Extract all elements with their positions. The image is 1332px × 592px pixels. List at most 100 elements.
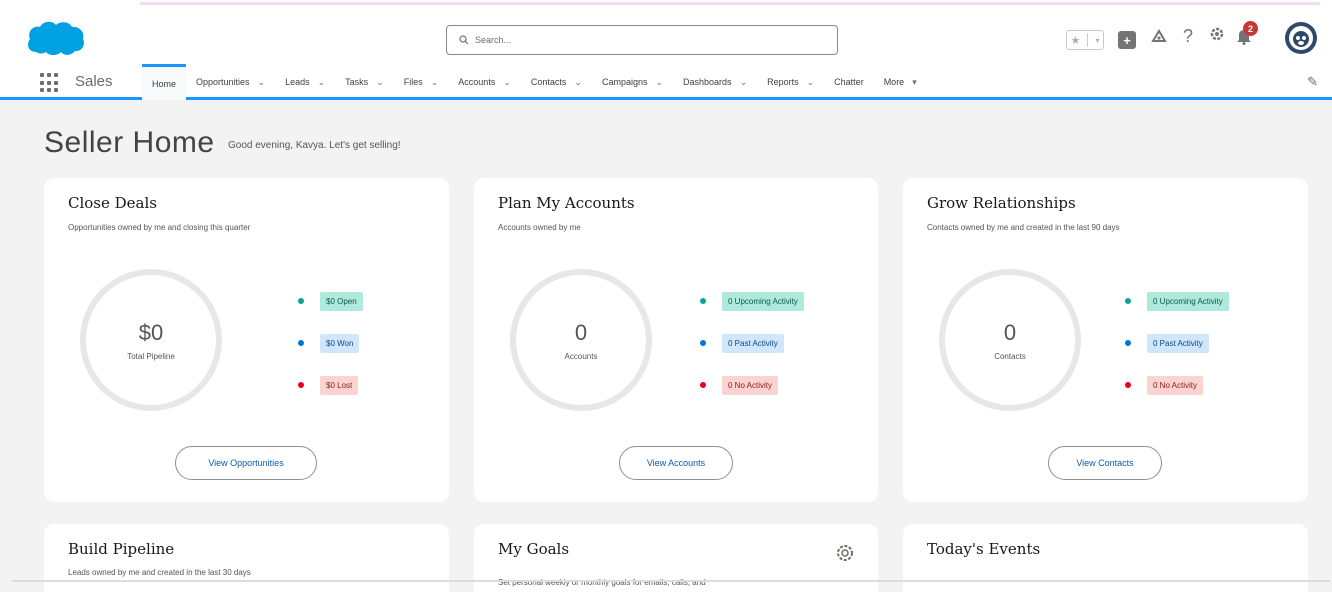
plan-my-accounts-card: Plan My Accounts Accounts owned by me 0 … [474, 178, 878, 502]
tab-reports[interactable]: Reports ⌄ [757, 64, 824, 100]
top-stripe-accent [140, 2, 1320, 5]
teal-dot-icon [298, 298, 304, 304]
blue-dot-icon [298, 340, 304, 346]
teal-dot-icon [700, 298, 706, 304]
legend-pill[interactable]: 0 Upcoming Activity [1147, 291, 1229, 311]
legend-row-lost: $0 Lost [298, 375, 363, 395]
grow-relationships-card: Grow Relationships Contacts owned by me … [903, 178, 1308, 502]
global-header: Search... ★ ▾ + ? 2 [0, 8, 1332, 64]
tab-tasks[interactable]: Tasks ⌄ [335, 64, 394, 100]
legend-pill[interactable]: 0 No Activity [1147, 375, 1204, 395]
legend-row-none: 0 No Activity [700, 375, 804, 395]
tab-label: Leads [285, 77, 310, 87]
legend-pill[interactable]: 0 No Activity [722, 375, 779, 395]
salesforce-logo[interactable] [26, 18, 86, 58]
chevron-down-icon[interactable]: ▾ [1095, 36, 1099, 45]
navigation-bar: Sales Home Opportunities ⌄ Leads ⌄ Tasks ⌄ … [0, 64, 1332, 100]
page-title: Seller Home [44, 126, 215, 159]
ring-label: Accounts [564, 351, 598, 361]
view-contacts-button[interactable]: View Contacts [1048, 446, 1162, 480]
legend-row-none: 0 No Activity [1125, 375, 1229, 395]
blue-dot-icon [1125, 340, 1131, 346]
card-subtitle: Leads owned by me and created in the las… [68, 568, 251, 577]
tab-label: More [883, 77, 905, 87]
red-dot-icon [700, 382, 706, 388]
chevron-down-icon[interactable]: ⌄ [655, 77, 663, 88]
chevron-down-icon[interactable]: ⌄ [574, 77, 582, 88]
horizontal-scrollbar[interactable] [12, 580, 1330, 582]
tab-opportunities[interactable]: Opportunities ⌄ [186, 64, 275, 100]
user-avatar-icon [1289, 26, 1313, 50]
star-icon[interactable]: ★ [1071, 34, 1081, 47]
card-subtitle: Accounts owned by me [498, 223, 581, 232]
tab-label: Chatter [834, 77, 864, 87]
chevron-down-icon[interactable]: ⌄ [258, 77, 266, 88]
tab-label: Files [403, 77, 423, 87]
tab-chatter[interactable]: Chatter [824, 64, 874, 100]
tab-label: Campaigns [601, 77, 648, 87]
chevron-down-icon[interactable]: ⌄ [807, 77, 815, 88]
chevron-down-icon[interactable]: ⌄ [318, 77, 326, 88]
tab-files[interactable]: Files ⌄ [394, 64, 449, 100]
legend-row-past: 0 Past Activity [700, 333, 804, 353]
nav-items: Home Opportunities ⌄ Leads ⌄ Tasks ⌄ Files ⌄… [142, 64, 927, 100]
tab-label: Tasks [345, 77, 369, 87]
favorites-group[interactable]: ★ ▾ [1066, 30, 1104, 50]
legend-pill[interactable]: $0 Won [320, 333, 360, 353]
legend: $0 Open $0 Won $0 Lost [298, 291, 363, 395]
global-search-input[interactable]: Search... [446, 25, 838, 55]
legend-row-open: $0 Open [298, 291, 363, 311]
goals-settings-gear-icon[interactable] [836, 544, 854, 562]
view-accounts-button[interactable]: View Accounts [619, 446, 733, 480]
tab-more[interactable]: More ▾ [874, 64, 927, 100]
tab-label: Accounts [458, 77, 496, 87]
legend-row-won: $0 Won [298, 333, 363, 353]
avatar[interactable] [1285, 22, 1317, 54]
legend-pill[interactable]: 0 Past Activity [722, 333, 784, 353]
plus-icon[interactable]: + [1118, 31, 1136, 49]
teal-dot-icon [1125, 298, 1131, 304]
ring-value: 0 [1003, 319, 1017, 345]
chevron-down-icon[interactable]: ⌄ [431, 77, 439, 88]
tab-accounts[interactable]: Accounts ⌄ [448, 64, 521, 100]
tab-label: Contacts [530, 77, 567, 87]
top-stripe [0, 0, 1332, 8]
tab-home[interactable]: Home [142, 64, 187, 100]
legend-pill[interactable]: 0 Past Activity [1147, 333, 1209, 353]
card-title: Plan My Accounts [498, 194, 635, 212]
card-title: Today's Events [927, 540, 1041, 558]
legend-row-upcoming: 0 Upcoming Activity [700, 291, 804, 311]
card-title: Grow Relationships [927, 194, 1076, 212]
divider [1087, 33, 1089, 47]
caret-down-icon[interactable]: ▾ [912, 77, 917, 88]
tab-contacts[interactable]: Contacts ⌄ [521, 64, 592, 100]
app-launcher-icon[interactable] [40, 73, 60, 93]
card-subtitle: Opportunities owned by me and closing th… [68, 223, 251, 232]
tab-leads[interactable]: Leads ⌄ [275, 64, 335, 100]
setup-gear-icon[interactable] [1209, 26, 1225, 42]
card-subtitle: Contacts owned by me and created in the … [927, 223, 1120, 232]
tab-label: Home [152, 78, 177, 89]
ring-label: Total Pipeline [127, 351, 175, 361]
chevron-down-icon[interactable]: ⌄ [740, 77, 748, 88]
edit-nav-pencil-icon[interactable]: ✎ [1307, 74, 1318, 90]
view-opportunities-button[interactable]: View Opportunities [175, 446, 317, 480]
chevron-down-icon[interactable]: ⌄ [503, 77, 511, 88]
bell-icon[interactable]: 2 [1236, 21, 1258, 45]
help-icon[interactable]: ? [1183, 26, 1193, 47]
tab-label: Dashboards [683, 77, 732, 87]
legend-pill[interactable]: $0 Open [320, 291, 363, 311]
ring-value: $0 [138, 319, 164, 345]
chevron-down-icon[interactable]: ⌄ [376, 77, 384, 88]
tab-campaigns[interactable]: Campaigns ⌄ [592, 64, 673, 100]
red-dot-icon [1125, 382, 1131, 388]
card-title: Build Pipeline [68, 540, 175, 558]
tab-dashboards[interactable]: Dashboards ⌄ [673, 64, 757, 100]
tab-label: Opportunities [196, 77, 250, 87]
legend: 0 Upcoming Activity 0 Past Activity 0 No… [1125, 291, 1229, 395]
trailhead-icon[interactable] [1151, 28, 1167, 44]
legend-pill[interactable]: 0 Upcoming Activity [722, 291, 804, 311]
ring-value: 0 [574, 319, 588, 345]
search-icon [459, 35, 469, 45]
legend-pill[interactable]: $0 Lost [320, 375, 359, 395]
